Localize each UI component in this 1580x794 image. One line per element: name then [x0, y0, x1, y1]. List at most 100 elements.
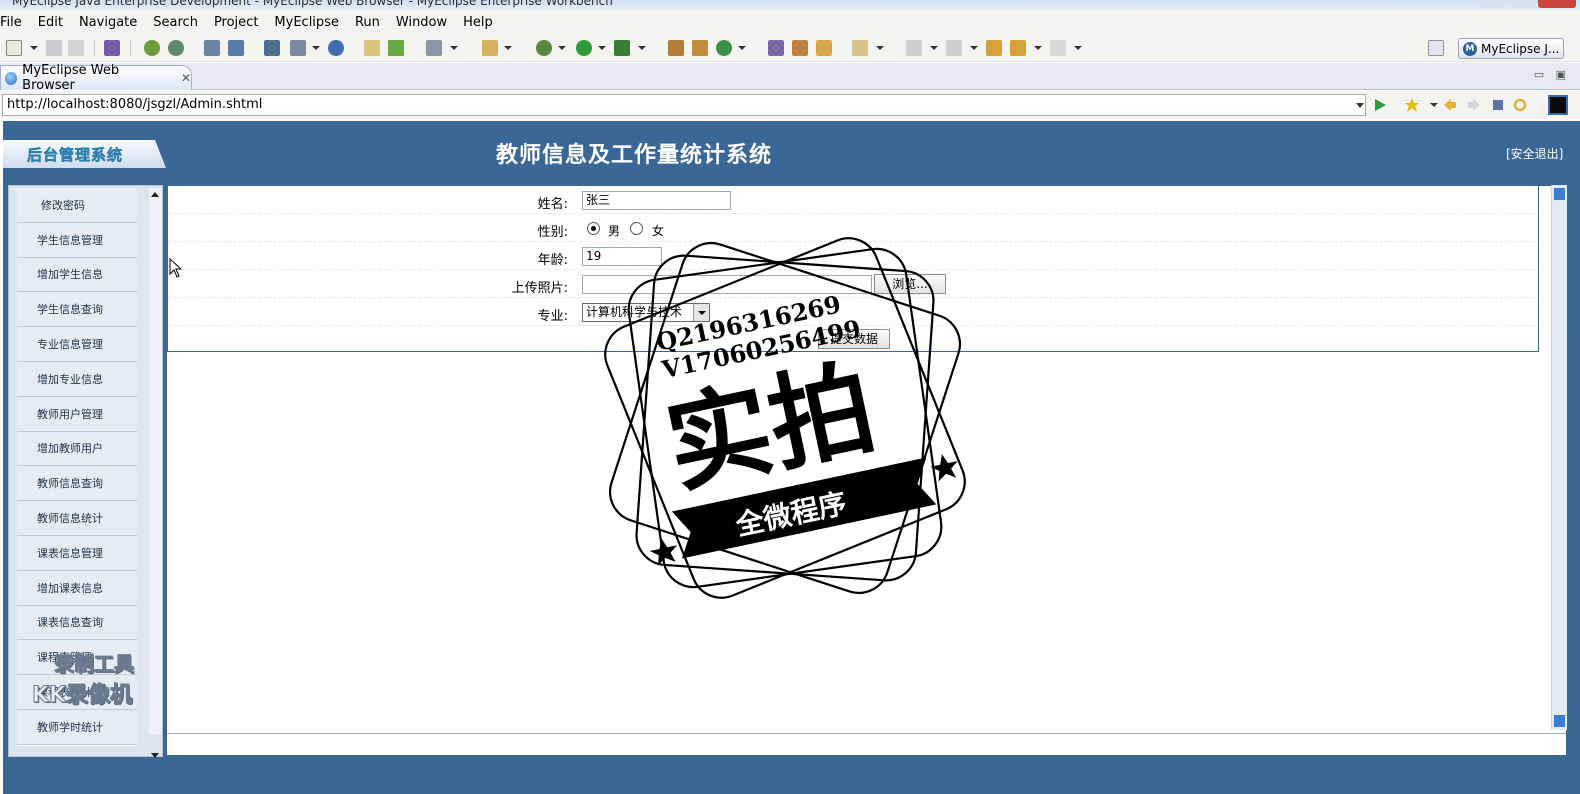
- scroll-up-arrow-icon[interactable]: [151, 192, 159, 197]
- hierarchy-icon[interactable]: [768, 40, 784, 56]
- favorites-dropdown-icon[interactable]: [1426, 97, 1442, 113]
- sidebar-item[interactable]: 教师信息查询: [17, 466, 137, 502]
- menu-search[interactable]: Search: [145, 15, 206, 30]
- server-icon[interactable]: [228, 40, 244, 56]
- console-icon[interactable]: [426, 40, 442, 56]
- next-annotation-dropdown-icon[interactable]: [930, 46, 938, 50]
- sidebar-item[interactable]: 学生信息查询: [17, 292, 137, 328]
- perspective-switcher[interactable]: M MyEclipse J...: [1458, 38, 1564, 59]
- task-icon[interactable]: [668, 40, 684, 56]
- gender-female-radio[interactable]: [630, 222, 643, 235]
- run-icon[interactable]: [576, 40, 592, 56]
- sidebar-item[interactable]: 课程表统计: [17, 675, 137, 710]
- pin-icon[interactable]: [792, 40, 808, 56]
- web-browser-icon[interactable]: [328, 40, 344, 56]
- go-icon[interactable]: [1372, 97, 1388, 113]
- browser-back-icon[interactable]: [1442, 97, 1458, 113]
- menu-navigate[interactable]: Navigate: [71, 15, 145, 30]
- debug-icon[interactable]: [536, 40, 552, 56]
- sidebar-scrollbar[interactable]: [149, 188, 162, 758]
- menu-run[interactable]: Run: [347, 15, 388, 30]
- close-window-button[interactable]: [1538, 0, 1576, 8]
- name-input[interactable]: 张三: [582, 191, 731, 210]
- refresh-icon[interactable]: [716, 40, 732, 56]
- browser-forward-icon[interactable]: [1466, 97, 1482, 113]
- menu-file[interactable]: File: [0, 15, 30, 30]
- sidebar-item[interactable]: 教师学时统计: [17, 709, 137, 745]
- menu-project[interactable]: Project: [206, 15, 266, 30]
- favorites-icon[interactable]: [1404, 97, 1420, 113]
- last-edit-icon[interactable]: [986, 40, 1002, 56]
- logout-link[interactable]: [安全退出]: [1506, 145, 1563, 162]
- minimize-maximize-controls[interactable]: ▭ ▣: [1534, 68, 1570, 81]
- prev-annotation-dropdown-icon[interactable]: [970, 46, 978, 50]
- minimize-button[interactable]: [1478, 0, 1506, 8]
- package-icon[interactable]: [104, 40, 120, 56]
- link-icon[interactable]: [816, 40, 832, 56]
- sidebar-item[interactable]: 课程表管理: [17, 640, 137, 676]
- sidebar-item[interactable]: 增加课表信息: [17, 570, 137, 606]
- run-dropdown-icon[interactable]: [598, 46, 606, 50]
- save-icon[interactable]: [46, 40, 62, 56]
- sidebar-item[interactable]: 增加教师用户: [17, 431, 137, 467]
- chevron-down-icon[interactable]: [693, 304, 709, 321]
- back-dropdown-icon[interactable]: [1034, 46, 1042, 50]
- major-select[interactable]: 计算机科学与技术: [582, 303, 710, 322]
- sidebar-item[interactable]: 教师用户管理: [17, 396, 137, 432]
- debug-server-icon[interactable]: [144, 40, 160, 56]
- sidebar-item[interactable]: 增加学生信息: [17, 257, 137, 293]
- sidebar-item[interactable]: 增加专业信息: [17, 361, 137, 397]
- browse-button[interactable]: 浏览...: [874, 274, 946, 294]
- search-folder-icon[interactable]: [852, 40, 868, 56]
- open-type-icon[interactable]: [264, 40, 280, 56]
- maximize-button[interactable]: [1508, 0, 1536, 8]
- sidebar-item[interactable]: 学生信息管理: [17, 222, 137, 258]
- refresh-dropdown-icon[interactable]: [738, 46, 746, 50]
- open-dropdown-icon[interactable]: [312, 46, 320, 50]
- browser-dark-icon[interactable]: [1548, 95, 1568, 115]
- prev-annotation-icon[interactable]: [946, 40, 962, 56]
- search-dropdown-icon[interactable]: [876, 46, 884, 50]
- scroll-down-arrow-icon[interactable]: [151, 753, 159, 758]
- debug-dropdown-icon[interactable]: [558, 46, 566, 50]
- close-tab-icon[interactable]: ✕: [181, 71, 191, 85]
- submit-button[interactable]: 提交数据: [818, 329, 890, 349]
- page-scroll-down-icon[interactable]: [1554, 715, 1565, 727]
- age-input[interactable]: 19: [582, 247, 662, 266]
- page-scroll-up-icon[interactable]: [1554, 188, 1565, 200]
- open-perspective-icon[interactable]: [1428, 40, 1444, 56]
- new-class-dropdown-icon[interactable]: [504, 46, 512, 50]
- console-dropdown-icon[interactable]: [450, 46, 458, 50]
- sidebar-item[interactable]: 修改密码: [17, 188, 137, 223]
- new-dropdown-icon[interactable]: [30, 46, 38, 50]
- deploy-icon[interactable]: [204, 40, 220, 56]
- print-icon[interactable]: [68, 40, 84, 56]
- menu-edit[interactable]: Edit: [30, 15, 71, 30]
- new-class-icon[interactable]: [482, 40, 498, 56]
- page-scrollbar[interactable]: [1551, 185, 1567, 730]
- new-icon[interactable]: [6, 40, 22, 56]
- back-icon[interactable]: [1010, 40, 1026, 56]
- menu-window[interactable]: Window: [388, 15, 455, 30]
- browser-refresh-icon[interactable]: [1512, 97, 1528, 113]
- open-folder-icon[interactable]: [364, 40, 380, 56]
- new-folder-icon[interactable]: [388, 40, 404, 56]
- url-history-dropdown-icon[interactable]: [1356, 103, 1364, 108]
- open-resource-icon[interactable]: [290, 40, 306, 56]
- sidebar-item[interactable]: 课表信息查询: [17, 605, 137, 641]
- sidebar-item[interactable]: 专业信息管理: [17, 327, 137, 362]
- sidebar-item[interactable]: 课表信息管理: [17, 535, 137, 571]
- browser-stop-icon[interactable]: [1490, 97, 1506, 113]
- next-annotation-icon[interactable]: [906, 40, 922, 56]
- menu-myeclipse[interactable]: MyEclipse: [266, 15, 347, 30]
- url-input[interactable]: http://localhost:8080/jsgzl/Admin.shtml: [2, 94, 1366, 116]
- tab-web-browser[interactable]: MyEclipse Web Browser ✕: [0, 63, 192, 93]
- external-tools-dropdown-icon[interactable]: [638, 46, 646, 50]
- bookmark-icon[interactable]: [692, 40, 708, 56]
- forward-icon[interactable]: [1050, 40, 1066, 56]
- menu-help[interactable]: Help: [455, 15, 501, 30]
- photo-file-input[interactable]: [582, 275, 872, 294]
- gender-male-radio[interactable]: [587, 222, 600, 235]
- sidebar-item[interactable]: 教师信息统计: [17, 501, 137, 536]
- android-icon[interactable]: [168, 40, 184, 56]
